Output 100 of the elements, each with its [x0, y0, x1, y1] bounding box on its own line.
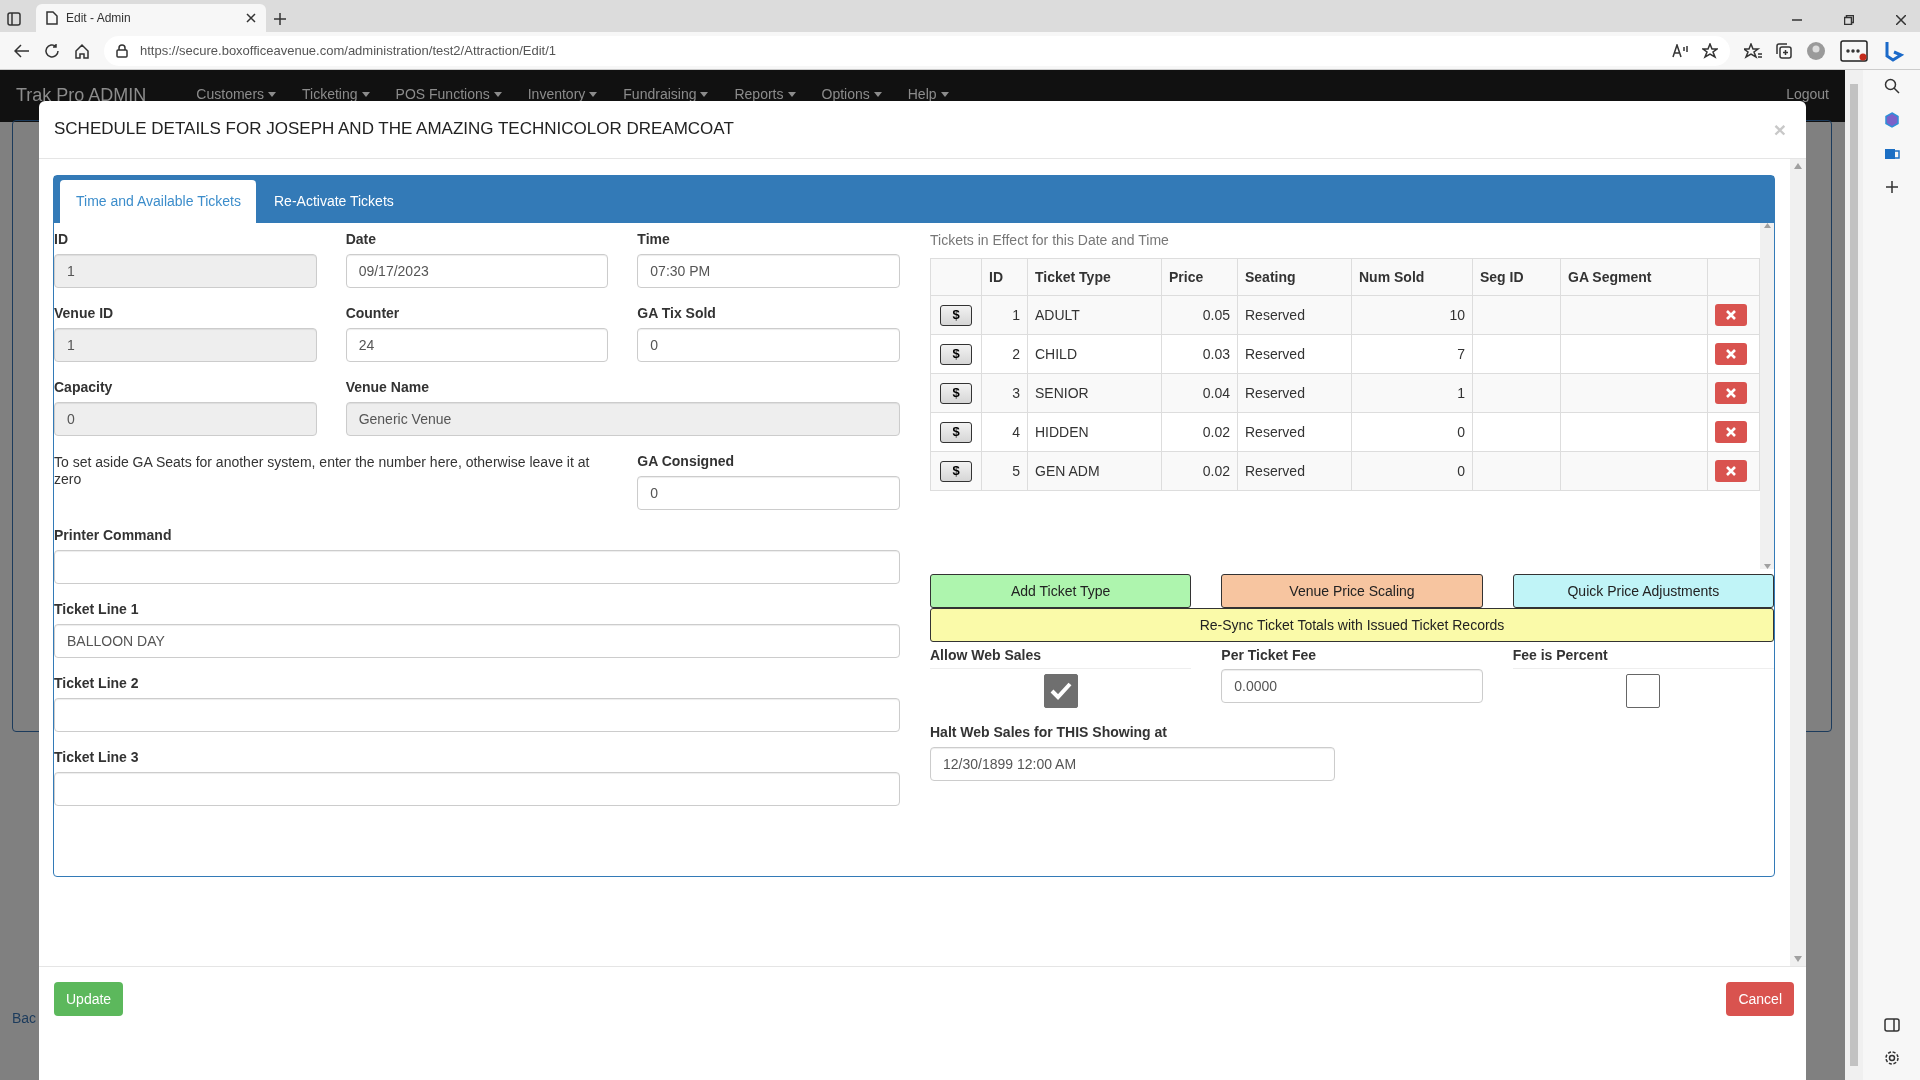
more-icon[interactable] — [1840, 39, 1868, 62]
table-cell: 0 — [1351, 451, 1473, 491]
field-label: Allow Web Sales — [930, 646, 1042, 665]
price-button[interactable]: $ — [940, 304, 972, 326]
column-header: GA Segment — [1560, 258, 1708, 296]
table-cell: Reserved — [1237, 334, 1352, 374]
action-button[interactable]: Venue Price Scaling — [1221, 574, 1483, 608]
action-button[interactable]: Quick Price Adjustments — [1512, 574, 1774, 608]
back-icon[interactable] — [14, 43, 30, 58]
input-field[interactable]: 07:30 PM — [637, 254, 900, 288]
input-field[interactable]: Generic Venue — [345, 402, 900, 436]
cross-icon — [1726, 427, 1736, 437]
input-field[interactable]: 0 — [54, 402, 317, 436]
table-cell: 10 — [1351, 295, 1473, 335]
nav-menu[interactable]: Help — [907, 84, 937, 105]
tab[interactable]: Time and Available Tickets — [60, 180, 256, 223]
input-field[interactable]: 12/30/1899 12:00 AM — [930, 747, 1335, 781]
scrollbar-thumb[interactable] — [1850, 84, 1858, 1066]
cancel-button[interactable]: Cancel — [1726, 982, 1794, 1016]
check-icon — [1048, 681, 1073, 701]
nav-menu[interactable]: Customers — [196, 84, 265, 105]
input-field[interactable] — [54, 550, 900, 584]
delete-button[interactable] — [1715, 460, 1747, 482]
input-field[interactable]: 0 — [637, 328, 900, 362]
star-icon[interactable] — [1702, 42, 1718, 59]
cross-icon — [1726, 310, 1736, 320]
nav-menu[interactable]: Fundraising — [623, 84, 697, 105]
sidebar-icon[interactable] — [1883, 1018, 1900, 1032]
column-header: Ticket Type — [1027, 258, 1162, 296]
caret-icon — [787, 92, 796, 97]
add-icon[interactable] — [1884, 180, 1899, 194]
checkbox[interactable] — [1626, 674, 1661, 708]
tab[interactable]: Re-Activate Tickets — [258, 180, 409, 223]
price-button[interactable]: $ — [940, 343, 972, 365]
tab-actions-icon[interactable] — [7, 11, 21, 26]
input-field[interactable] — [54, 698, 900, 732]
input-field[interactable]: 1 — [54, 254, 317, 288]
resync-button[interactable]: Re-Sync Ticket Totals with Issued Ticket Records — [930, 608, 1774, 642]
field-label: Ticket Line 2 — [54, 674, 140, 693]
tab-title: Edit - Admin — [66, 10, 132, 27]
column-header: Seg ID — [1472, 258, 1561, 296]
column-header: Price — [1161, 258, 1238, 296]
input-field[interactable]: 24 — [345, 328, 609, 362]
search-icon[interactable] — [1883, 78, 1900, 94]
input-field[interactable] — [54, 772, 900, 806]
table-cell: 0.02 — [1161, 412, 1238, 452]
field-label: Date — [345, 230, 377, 249]
table-cell: 2 — [981, 334, 1028, 374]
price-button[interactable]: $ — [940, 421, 972, 443]
read-aloud-icon[interactable] — [1672, 43, 1690, 58]
caret-icon — [268, 92, 277, 97]
settings-icon[interactable] — [1883, 1050, 1900, 1066]
field-label: GA Tix Sold — [637, 304, 717, 323]
close-icon[interactable] — [246, 13, 256, 23]
input-field[interactable]: 0.0000 — [1221, 668, 1483, 703]
delete-button[interactable] — [1715, 382, 1747, 404]
nav-menu[interactable]: Inventory — [527, 84, 586, 105]
delete-button[interactable] — [1715, 421, 1747, 443]
table-cell: SENIOR — [1027, 373, 1162, 413]
favorites-icon[interactable] — [1744, 42, 1762, 59]
restore-icon[interactable] — [1844, 15, 1854, 25]
dialog-title: SCHEDULE DETAILS FOR JOSEPH AND THE AMAZING TECHNICOLOR DREAMCOAT — [54, 119, 734, 140]
table-cell: HIDDEN — [1027, 412, 1162, 452]
lock-icon — [116, 43, 128, 58]
logout-link[interactable]: Logout — [1786, 82, 1829, 105]
nav-menu[interactable]: Reports — [734, 84, 784, 105]
table-cell: Reserved — [1237, 451, 1352, 491]
refresh-icon[interactable] — [44, 42, 60, 59]
caret-icon — [700, 92, 709, 97]
caret-icon — [873, 92, 882, 97]
delete-button[interactable] — [1715, 343, 1747, 365]
caret-icon — [589, 92, 598, 97]
mail-icon[interactable] — [1883, 146, 1900, 162]
checkbox[interactable] — [1043, 674, 1078, 708]
home-icon[interactable] — [74, 42, 90, 59]
field-label: Venue ID — [54, 304, 115, 323]
price-button[interactable]: $ — [940, 460, 972, 482]
table-cell: 5 — [981, 451, 1028, 491]
field-label: Ticket Line 1 — [54, 600, 140, 619]
delete-button[interactable] — [1715, 304, 1747, 326]
browser-tab[interactable]: Edit - Admin — [36, 4, 266, 32]
new-tab-icon[interactable] — [273, 11, 287, 26]
price-button[interactable]: $ — [940, 382, 972, 404]
action-button[interactable]: Add Ticket Type — [930, 574, 1192, 608]
hexagon-icon[interactable] — [1883, 112, 1900, 128]
nav-menu[interactable]: Options — [821, 84, 870, 105]
profile-icon[interactable] — [1806, 40, 1826, 61]
nav-menu[interactable]: POS Functions — [395, 84, 490, 105]
table-cell: 0.03 — [1161, 334, 1238, 374]
field-label: Ticket Line 3 — [54, 748, 140, 767]
table-cell: 1 — [981, 295, 1028, 335]
input-field[interactable]: 1 — [54, 328, 317, 362]
input-field[interactable]: 09/17/2023 — [345, 254, 609, 288]
collections-icon[interactable] — [1776, 42, 1792, 59]
nav-menu[interactable]: Ticketing — [302, 84, 358, 105]
table-cell: Reserved — [1237, 373, 1352, 413]
input-field[interactable]: 0 — [637, 476, 900, 510]
close-icon[interactable] — [1896, 15, 1906, 25]
field-label: Counter — [345, 304, 401, 323]
input-field[interactable]: BALLOON DAY — [54, 624, 900, 658]
